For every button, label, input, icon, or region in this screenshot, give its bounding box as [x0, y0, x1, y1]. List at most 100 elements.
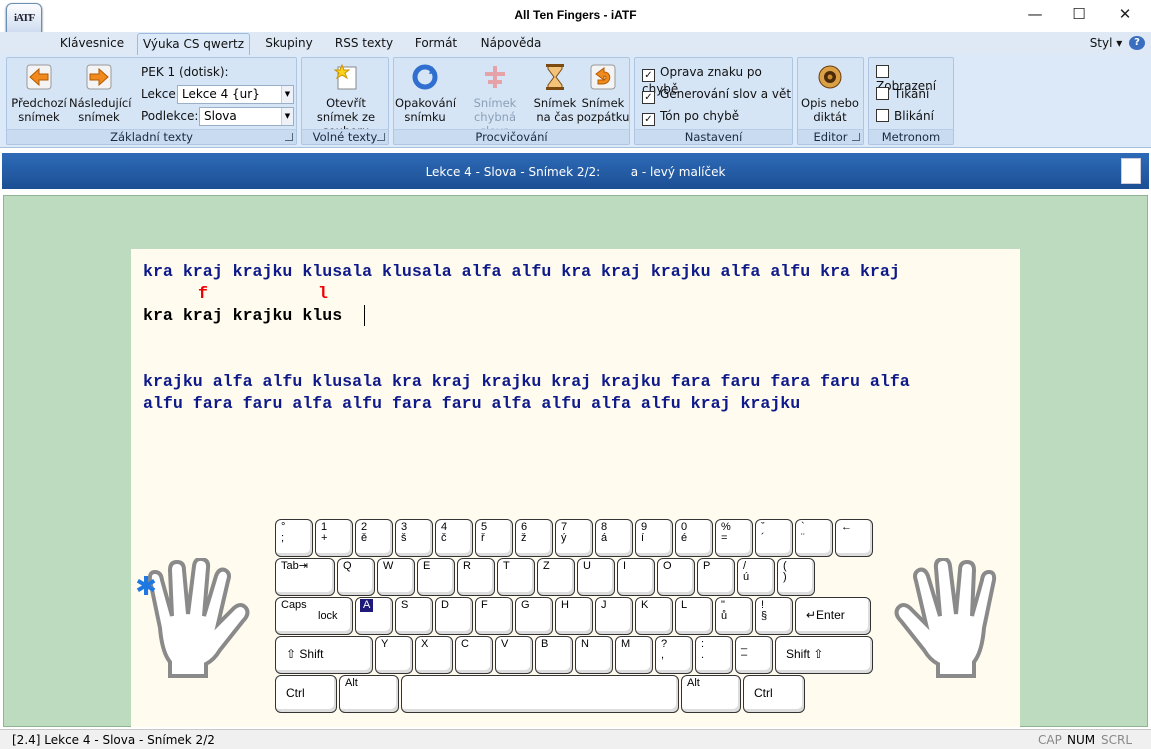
key-s[interactable]: S: [395, 597, 433, 635]
prev-slide-button[interactable]: Předchozí snímek: [9, 62, 69, 124]
key-y[interactable]: Y: [375, 636, 413, 674]
key-w[interactable]: W: [377, 558, 415, 596]
dictation-button[interactable]: Opis nebo diktát: [800, 62, 860, 124]
key-5[interactable]: 5ř: [475, 519, 513, 557]
opt-generate-words[interactable]: ✓ Generování slov a vět: [642, 87, 791, 104]
key-g[interactable]: G: [515, 597, 553, 635]
key-e[interactable]: E: [417, 558, 455, 596]
dialog-launcher-icon[interactable]: [852, 133, 860, 141]
key-u[interactable]: U: [577, 558, 615, 596]
key-m[interactable]: M: [615, 636, 653, 674]
lekce-select[interactable]: Lekce 4 {ur} ▼: [177, 85, 294, 104]
help-icon[interactable]: ?: [1129, 36, 1145, 50]
timed-slide-button[interactable]: Snímek na čas: [530, 62, 580, 124]
key-1[interactable]: 1 +: [315, 519, 353, 557]
key-label-top: Alt: [687, 677, 700, 689]
key-alt[interactable]: Alt: [681, 675, 741, 713]
key-b[interactable]: B: [535, 636, 573, 674]
key-label-top: Shift ⇧: [786, 647, 824, 661]
checkbox-unchecked-icon: [876, 87, 889, 100]
key-sym11[interactable]: ! §: [755, 597, 793, 635]
key-h[interactable]: H: [555, 597, 593, 635]
key-6[interactable]: 6ž: [515, 519, 553, 557]
key-capslock[interactable]: Caps lock: [275, 597, 353, 635]
key-p[interactable]: P: [697, 558, 735, 596]
key-n[interactable]: N: [575, 636, 613, 674]
key-i[interactable]: I: [617, 558, 655, 596]
tab-vyuka[interactable]: Výuka CS qwertz: [137, 33, 250, 55]
key-sym10[interactable]: _ –: [735, 636, 773, 674]
key-sym8[interactable]: ?,: [655, 636, 693, 674]
key-label-top: Caps: [281, 599, 307, 611]
maximize-button[interactable]: ☐: [1056, 0, 1102, 30]
key-sym11[interactable]: / ú: [737, 558, 775, 596]
key-c[interactable]: C: [455, 636, 493, 674]
app-window: iATF All Ten Fingers - iATF — ☐ ✕ Kláves…: [0, 0, 1151, 749]
podlekce-select[interactable]: Slova ▼: [199, 107, 294, 126]
key-9[interactable]: 9í: [635, 519, 673, 557]
checkbox-unchecked-icon: [876, 65, 889, 78]
key-0[interactable]: 0é: [675, 519, 713, 557]
key-sym13[interactable]: ` ¨: [795, 519, 833, 557]
key-v[interactable]: V: [495, 636, 533, 674]
key-sym11[interactable]: % =: [715, 519, 753, 557]
open-file-button[interactable]: Otevřít snímek ze souboru: [304, 62, 388, 138]
key-t[interactable]: T: [497, 558, 535, 596]
key-sym0[interactable]: °;: [275, 519, 313, 557]
tab-skupiny[interactable]: Skupiny: [256, 33, 322, 55]
metro-blink[interactable]: Blikání: [876, 109, 934, 123]
key-f[interactable]: F: [475, 597, 513, 635]
key-shift[interactable]: ⇧ Shift: [275, 636, 373, 674]
key-q[interactable]: Q: [337, 558, 375, 596]
key-label-top: ←: [841, 521, 852, 533]
key-tab[interactable]: Tab⇥: [275, 558, 335, 596]
key-sym9[interactable]: :.: [695, 636, 733, 674]
document-icon[interactable]: [1121, 158, 1141, 184]
key-7[interactable]: 7ý: [555, 519, 593, 557]
backwards-slide-button[interactable]: Snímek pozpátku: [575, 62, 631, 124]
dialog-launcher-icon[interactable]: [285, 133, 293, 141]
key-d[interactable]: D: [435, 597, 473, 635]
key-space[interactable]: [401, 675, 679, 713]
checkbox-unchecked-icon: [876, 109, 889, 122]
tab-klavesnice[interactable]: Klávesnice: [52, 33, 132, 55]
next-slide-button[interactable]: Následující snímek: [69, 62, 131, 124]
arrow-left-icon: [26, 64, 52, 90]
key-sym14[interactable]: ←: [835, 519, 873, 557]
key-enter[interactable]: ↵Enter: [795, 597, 871, 635]
key-2[interactable]: 2ě: [355, 519, 393, 557]
key-4[interactable]: 4č: [435, 519, 473, 557]
minimize-button[interactable]: —: [1012, 0, 1058, 30]
metro-tick[interactable]: Tikání: [876, 87, 929, 101]
key-l[interactable]: L: [675, 597, 713, 635]
key-ctrl[interactable]: Ctrl: [275, 675, 337, 713]
key-alt[interactable]: Alt: [339, 675, 399, 713]
tab-napoveda[interactable]: Nápověda: [472, 33, 550, 55]
key-x[interactable]: X: [415, 636, 453, 674]
close-button[interactable]: ✕: [1102, 0, 1148, 30]
key-o[interactable]: O: [657, 558, 695, 596]
opt-tone-error[interactable]: ✓ Tón po chybě: [642, 109, 739, 126]
key-8[interactable]: 8á: [595, 519, 633, 557]
wrong-words-button[interactable]: Snímek chybná slova: [458, 62, 532, 138]
style-menu[interactable]: Styl ▾: [1082, 33, 1130, 55]
key-ctrl[interactable]: Ctrl: [743, 675, 805, 713]
key-sym12[interactable]: ˇ ´: [755, 519, 793, 557]
key-r[interactable]: R: [457, 558, 495, 596]
tab-rss[interactable]: RSS texty: [328, 33, 400, 55]
key-z[interactable]: Z: [537, 558, 575, 596]
key-a[interactable]: A: [355, 597, 393, 635]
key-label-bottom: ž: [521, 532, 527, 544]
dialog-launcher-icon[interactable]: [377, 133, 385, 141]
key-shift[interactable]: Shift ⇧: [775, 636, 873, 674]
group-editor: Opis nebo diktát Editor: [797, 57, 864, 145]
key-3[interactable]: 3š: [395, 519, 433, 557]
repeat-slide-button[interactable]: Opakování snímku: [395, 62, 456, 124]
group-procvicovani: Opakování snímku Snímek chybná slova Sní…: [393, 57, 630, 145]
key-sym12[interactable]: (): [777, 558, 815, 596]
tab-format[interactable]: Formát: [406, 33, 466, 55]
key-k[interactable]: K: [635, 597, 673, 635]
key-j[interactable]: J: [595, 597, 633, 635]
group-label: Procvičování: [394, 129, 629, 144]
key-sym10[interactable]: " ů: [715, 597, 753, 635]
